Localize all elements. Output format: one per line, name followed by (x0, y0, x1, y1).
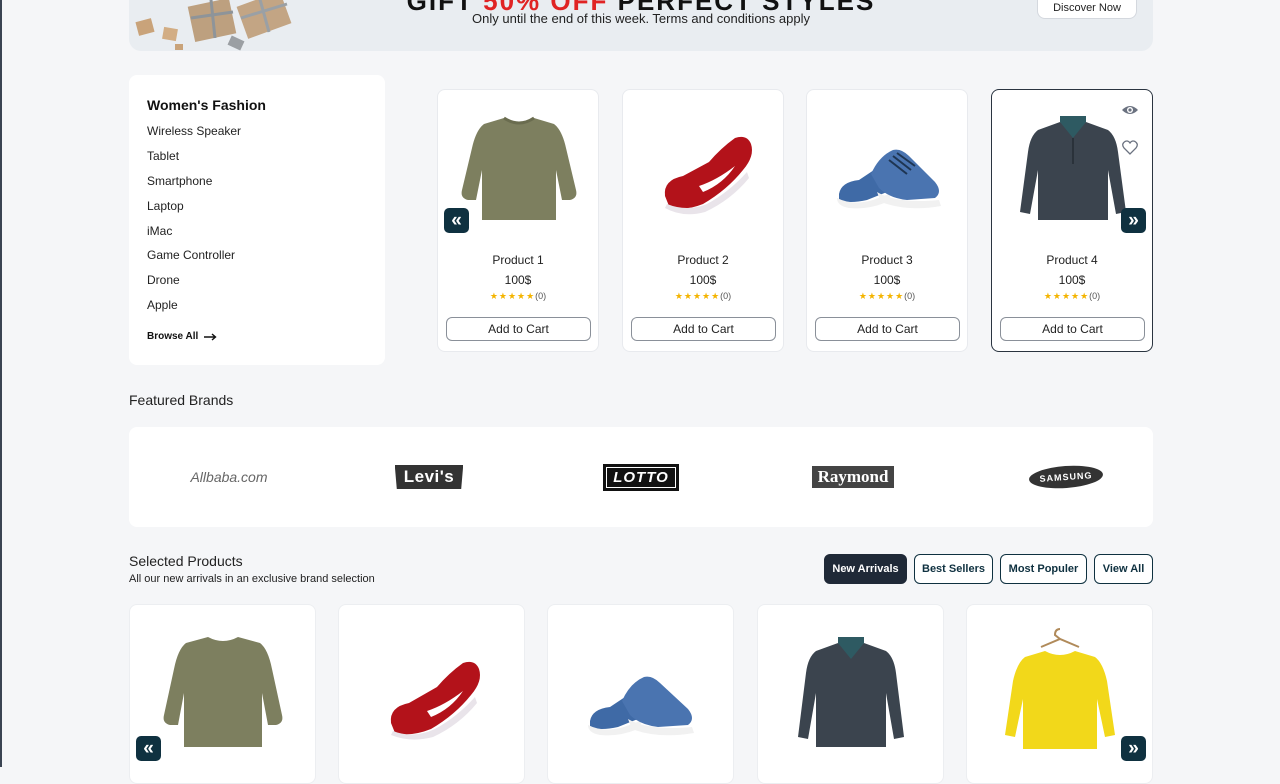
tab-best-sellers[interactable]: Best Sellers (914, 554, 993, 584)
promo-subtitle: Only until the end of this week. Terms a… (472, 11, 810, 26)
category-list: Wireless Speaker Tablet Smartphone Lapto… (147, 125, 241, 324)
category-item[interactable]: Laptop (147, 199, 241, 225)
product-image-sneaker-red (664, 136, 752, 215)
selected-product-card[interactable] (338, 604, 525, 784)
discover-now-button[interactable]: Discover Now (1037, 0, 1137, 19)
brand-logo-lotto[interactable]: LOTTO (566, 427, 716, 527)
product-name[interactable]: Product 3 (807, 253, 967, 267)
product-image-polo-dark (1020, 116, 1126, 220)
category-item[interactable]: iMac (147, 224, 241, 250)
add-to-cart-button[interactable]: Add to Cart (631, 317, 776, 341)
product-image-sneaker-blue (837, 149, 941, 209)
product-price: 100$ (1058, 273, 1086, 287)
arrow-right-icon (204, 332, 217, 341)
selected-next-button[interactable]: » (1121, 736, 1146, 761)
star-rating: ★★★★★(0) (1043, 291, 1101, 301)
product-name[interactable]: Product 2 (623, 253, 783, 267)
category-panel: Women's Fashion Wireless Speaker Tablet … (129, 75, 385, 365)
category-item[interactable]: Wireless Speaker (147, 125, 241, 150)
brand-logo-alibaba[interactable]: Allbaba.com (149, 427, 309, 527)
tab-new-arrivals[interactable]: New Arrivals (824, 554, 907, 584)
product-price: 100$ (689, 273, 717, 287)
product-image-sneaker-blue (588, 676, 694, 736)
add-to-cart-button[interactable]: Add to Cart (815, 317, 960, 341)
product-card[interactable]: Product 3 100$ ★★★★★(0) Add to Cart (806, 89, 968, 352)
selected-product-card[interactable] (757, 604, 944, 784)
window-edge (0, 0, 2, 767)
carousel-next-button[interactable]: » (1121, 208, 1146, 233)
selected-prev-button[interactable]: « (136, 736, 161, 761)
tab-view-all[interactable]: View All (1094, 554, 1153, 584)
selected-products-subtitle: All our new arrivals in an exclusive bra… (129, 573, 375, 585)
carousel-prev-button[interactable]: « (444, 208, 469, 233)
product-image-sweater-yellow (1005, 628, 1115, 749)
brand-logo-raymond[interactable]: Raymond (778, 427, 928, 527)
category-title: Women's Fashion (147, 97, 266, 113)
star-rating: ★★★★★(0) (674, 291, 732, 301)
category-item[interactable]: Tablet (147, 149, 241, 175)
category-item[interactable]: Smartphone (147, 174, 241, 200)
product-image-polo-dark (798, 637, 904, 747)
featured-brands-title: Featured Brands (129, 392, 234, 408)
eye-icon[interactable] (1121, 103, 1139, 117)
selected-products-title: Selected Products (129, 553, 243, 569)
product-name[interactable]: Product 1 (438, 253, 598, 267)
product-name[interactable]: Product 4 (992, 253, 1152, 267)
category-item[interactable]: Drone (147, 274, 241, 299)
heart-icon[interactable] (1122, 140, 1138, 155)
product-image-sneaker-red (390, 661, 480, 740)
product-image-sweater (163, 637, 283, 747)
star-rating: ★★★★★(0) (489, 291, 547, 301)
tab-most-popular[interactable]: Most Populer (1000, 554, 1087, 584)
promo-banner: GIFT 50% OFF PERFECT STYLES Only until t… (129, 0, 1153, 51)
star-rating: ★★★★★(0) (858, 291, 916, 301)
product-card[interactable]: Product 2 100$ ★★★★★(0) Add to Cart (622, 89, 784, 352)
browse-all-label: Browse All (147, 331, 199, 342)
product-image-sweater (461, 116, 577, 220)
product-price: 100$ (504, 273, 532, 287)
brand-logo-samsung[interactable]: SAMSUNG (991, 427, 1141, 527)
featured-brands-strip: Allbaba.com Levi's LOTTO Raymond SAMSUNG (129, 427, 1153, 527)
category-item[interactable]: Apple (147, 299, 241, 324)
add-to-cart-button[interactable]: Add to Cart (1000, 317, 1145, 341)
category-item[interactable]: Game Controller (147, 249, 241, 274)
selected-product-card[interactable] (547, 604, 734, 784)
brand-logo-levis[interactable]: Levi's (354, 427, 504, 527)
add-to-cart-button[interactable]: Add to Cart (446, 317, 591, 341)
browse-all-link[interactable]: Browse All (147, 331, 217, 342)
product-price: 100$ (873, 273, 901, 287)
